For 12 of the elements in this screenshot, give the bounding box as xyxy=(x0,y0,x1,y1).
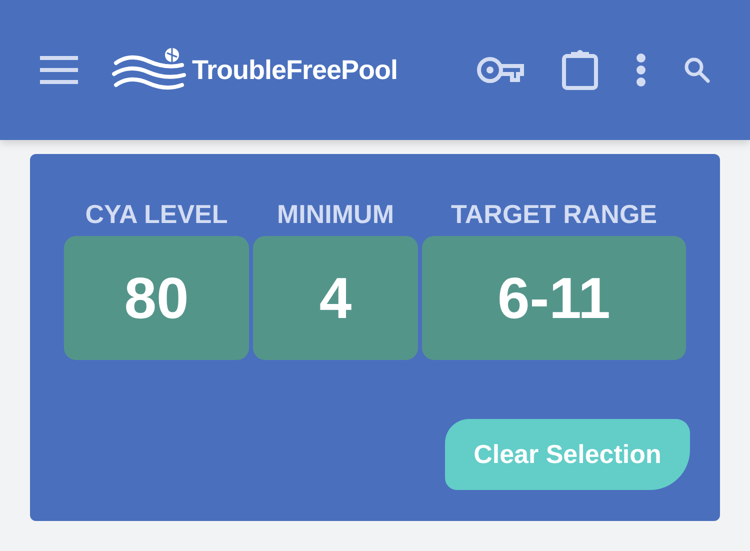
stat-value: 80 xyxy=(64,236,249,360)
search-icon[interactable] xyxy=(684,57,710,83)
menu-icon[interactable] xyxy=(40,56,78,84)
stat-label: CYA LEVEL xyxy=(85,198,228,231)
key-icon[interactable] xyxy=(476,56,524,84)
stat-value: 4 xyxy=(253,236,418,360)
stat-label: TARGET RANGE xyxy=(450,198,658,231)
stat-label: MINIMUM xyxy=(277,198,394,231)
clipboard-icon[interactable] xyxy=(562,50,598,90)
more-icon[interactable] xyxy=(636,53,646,87)
stat-value: 6-11 xyxy=(422,236,686,360)
brand-name[interactable]: TroubleFreePool xyxy=(192,54,398,86)
